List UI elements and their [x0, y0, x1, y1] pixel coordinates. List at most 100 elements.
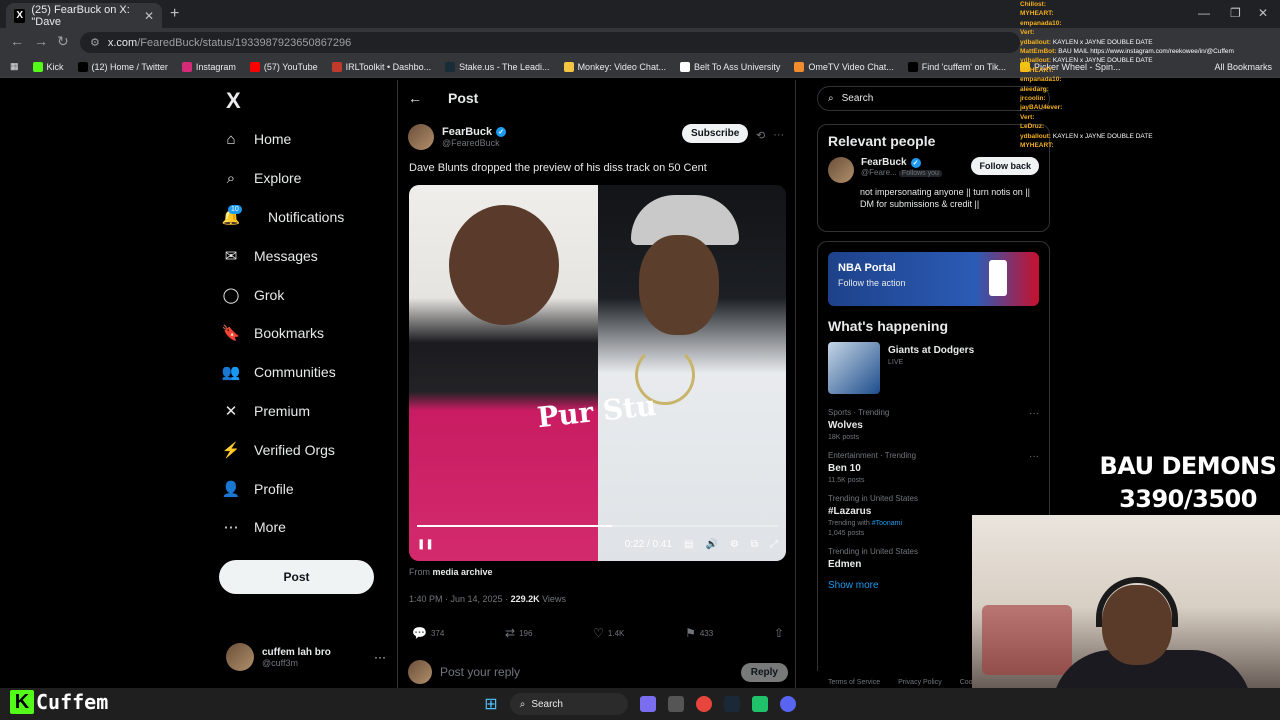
reply-button[interactable]: Reply [740, 662, 788, 682]
video-progress[interactable] [417, 525, 778, 527]
bookmark-item[interactable]: Kick [32, 61, 64, 72]
chat-message: MYHEART: [1020, 141, 1280, 150]
windows-start-icon[interactable]: ⊞ [484, 694, 497, 714]
x-logo-icon[interactable]: X [226, 88, 241, 114]
bookmark-item[interactable]: Monkey: Video Chat... [563, 61, 666, 72]
account-name: cuffem lah bro [262, 646, 331, 658]
bookmark-item[interactable]: (12) Home / Twitter [77, 61, 168, 72]
reload-icon[interactable]: ↻ [57, 33, 69, 50]
file-explorer-icon[interactable] [667, 696, 684, 712]
reply-input[interactable]: Post your reply [440, 665, 520, 679]
chat-message: MattEmBot: BAU MAIL https://www.instagra… [1020, 47, 1280, 56]
relevant-person[interactable]: FearBuck ✓ @Feare... Follows you Follow b… [818, 157, 1049, 183]
account-handle: @cuff3m [262, 657, 298, 668]
rp-name[interactable]: FearBuck [861, 157, 907, 168]
avatar[interactable] [408, 124, 434, 150]
subscribe-button[interactable]: Subscribe [682, 124, 749, 143]
rp-handle: @Feare... [861, 168, 897, 177]
nav-item-messages[interactable]: ✉ Messages [222, 236, 392, 275]
obs-icon[interactable] [751, 696, 768, 712]
forward-icon[interactable]: → [34, 33, 48, 49]
bookmark-action[interactable]: ⚑ 433 [685, 626, 713, 640]
pause-icon[interactable]: ❚❚ [417, 539, 434, 550]
widgets-icon[interactable] [639, 696, 656, 712]
search-input[interactable]: ⌕ Search [817, 86, 1050, 111]
trend-more-icon[interactable]: ··· [1029, 408, 1039, 419]
avatar [408, 660, 432, 684]
apps-icon[interactable]: ▦ [10, 61, 19, 72]
account-switcher[interactable]: cuffem lah bro @cuff3m ··· [226, 643, 386, 671]
home-icon: ⌂ [226, 130, 236, 148]
bookmark-item[interactable]: Find 'cuffem' on Tik... [907, 61, 1006, 72]
steam-icon[interactable] [723, 696, 740, 712]
relevant-people-panel: Relevant people FearBuck ✓ @Feare... Foll… [817, 124, 1050, 232]
chat-user: empanada10: [1020, 19, 1062, 27]
trend-with-tag[interactable]: #Toonami [872, 520, 902, 527]
chat-message: empanada10: [1020, 75, 1280, 84]
nav-item-explore[interactable]: ⌕ Explore [222, 159, 392, 198]
nav-item-communities[interactable]: 👥 Communities [222, 353, 392, 392]
video-time: 0:22 / 0:41 [624, 539, 672, 550]
footer-link[interactable]: Coo [960, 679, 973, 686]
avatar[interactable] [828, 157, 854, 183]
trend-more-icon[interactable]: ··· [1029, 451, 1039, 462]
pip-icon[interactable]: ⧉ [751, 539, 758, 550]
nav-item-premium[interactable]: ✕ Premium [222, 392, 392, 431]
nav-item-grok[interactable]: ◯ Grok [222, 275, 392, 314]
nav-item-home[interactable]: ⌂ Home [222, 120, 392, 159]
post-author[interactable]: FearBuck ✓ @FearedBuck [408, 124, 507, 150]
post-timestamp[interactable]: 1:40 PM · Jun 14, 2025 · [409, 594, 511, 604]
post-more-icon[interactable]: ··· [773, 129, 784, 142]
author-name[interactable]: FearBuck [442, 126, 492, 138]
share-action[interactable]: ⇧ [774, 626, 784, 640]
site-info-icon[interactable]: ⚙ [90, 36, 100, 49]
communities-icon: 👥 [221, 364, 241, 382]
reply-action[interactable]: 💬 374 [412, 626, 444, 640]
bookmark-item[interactable]: OmeTV Video Chat... [794, 61, 894, 72]
source-link[interactable]: media archive [433, 567, 493, 577]
discord-icon[interactable] [779, 696, 796, 712]
fullscreen-icon[interactable]: ⤢ [770, 539, 778, 550]
bookmark-item[interactable]: Belt To Ass University [679, 61, 780, 72]
search-placeholder: Search [841, 93, 874, 104]
nav-item-verified-orgs[interactable]: ⚡ Verified Orgs [222, 430, 392, 469]
live-event[interactable]: Giants at Dodgers LIVE [818, 342, 1049, 402]
like-action[interactable]: ♡ 1.4K [593, 626, 624, 640]
nba-portal-banner[interactable]: NBA Portal Follow the action [828, 252, 1039, 306]
chrome-icon[interactable] [695, 696, 712, 712]
bookmark-label: (57) YouTube [263, 61, 318, 72]
repost-action[interactable]: ⇄ 196 [505, 626, 532, 640]
bookmark-item[interactable]: Instagram [181, 61, 236, 72]
video-player[interactable]: Pur Stu ❚❚ 0:22 / 0:41 ▤ 🔊 ⚙ ⧉ ⤢ [409, 185, 786, 561]
trend-count: 11.5K posts [828, 477, 865, 484]
trend-item[interactable]: Sports · Trending Wolves 18K posts ··· [818, 402, 1049, 445]
volume-icon[interactable]: 🔊 [705, 539, 717, 550]
views-count: 229.2K [510, 594, 540, 604]
nav-item-bookmarks[interactable]: 🔖 Bookmarks [222, 314, 392, 353]
more-icon[interactable]: ··· [374, 650, 386, 664]
grok-icon[interactable]: ⟲ [756, 129, 765, 142]
post-button[interactable]: Post [219, 560, 374, 594]
bookmark-favicon-icon [679, 61, 690, 72]
url-input[interactable]: ⚙ x.com/FearedBuck/status/19339879236508… [80, 32, 1020, 53]
tab-close-icon[interactable]: ✕ [144, 9, 154, 23]
trend-item[interactable]: Entertainment · Trending Ben 10 11.5K post… [818, 445, 1049, 488]
footer-link[interactable]: Privacy Policy [898, 679, 942, 686]
back-icon[interactable]: ← [10, 33, 24, 49]
views-label: Views [539, 594, 566, 604]
bookmark-item[interactable]: (57) YouTube [249, 61, 318, 72]
trend-count: 18K posts [828, 434, 860, 441]
nav-item-notifications[interactable]: 🔔 10 Notifications [222, 198, 392, 237]
taskbar-search[interactable]: ⌕ Search [509, 693, 628, 715]
new-tab-icon[interactable]: + [170, 5, 179, 23]
settings-icon[interactable]: ⚙ [730, 539, 739, 550]
nav-label: Verified Orgs [254, 441, 335, 458]
nav-item-profile[interactable]: 👤 Profile [222, 469, 392, 508]
footer-link[interactable]: Terms of Service [828, 679, 880, 686]
captions-icon[interactable]: ▤ [684, 539, 693, 550]
nav-item-more[interactable]: ⋯ More [222, 508, 392, 547]
bookmark-item[interactable]: Stake.us - The Leadi... [445, 61, 550, 72]
browser-tab[interactable]: X (25) FearBuck on X: "Dave ✕ [6, 3, 162, 28]
back-arrow-icon[interactable]: ← [408, 90, 422, 106]
bookmark-item[interactable]: IRLToolkit • Dashbo... [331, 61, 431, 72]
